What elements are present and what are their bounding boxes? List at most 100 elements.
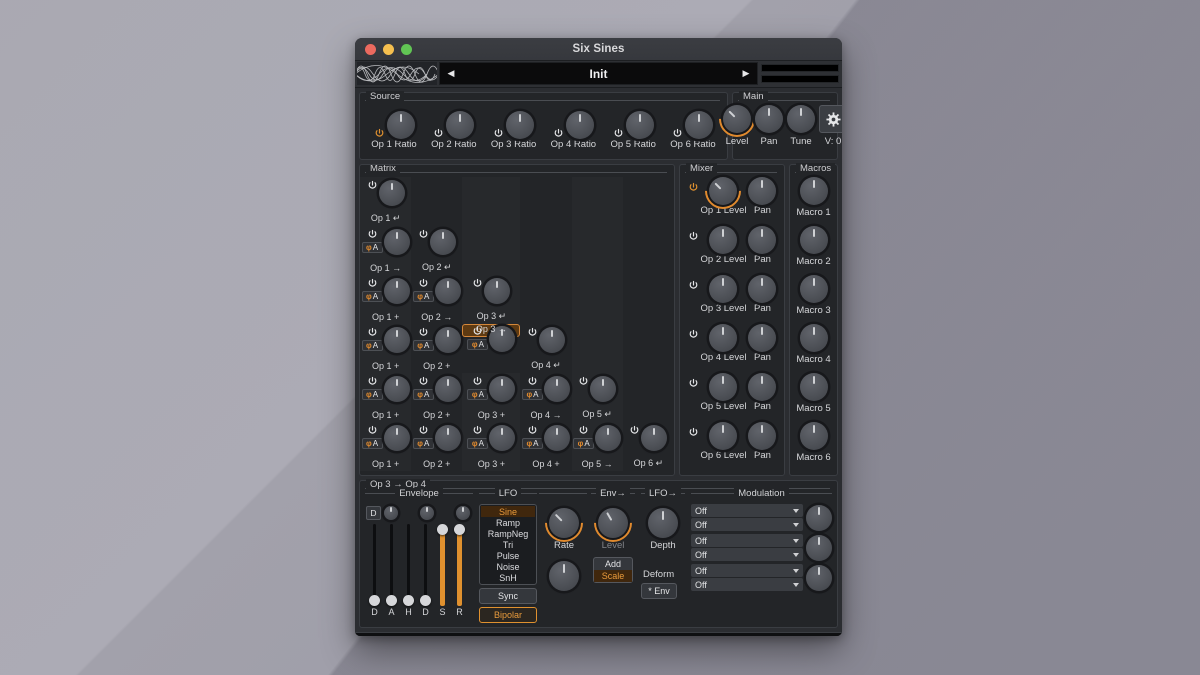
matrix-knob-r5c2[interactable] [489, 425, 516, 451]
matrix-phi-button-r2c1[interactable]: φA [412, 291, 434, 302]
envelope-slider-d-3[interactable] [420, 524, 431, 606]
modulation-depth-knob-2[interactable] [806, 534, 832, 561]
matrix-phi-button-r5c3[interactable]: φA [521, 438, 543, 449]
matrix-phi-button-r2c0[interactable]: φA [361, 291, 383, 302]
source-power-icon-5[interactable] [613, 128, 624, 139]
status-url[interactable]: https://github.com/baconpaul/six-sines [359, 635, 519, 636]
matrix-cell-op-2--r4c1[interactable]: φ A Op 2 + [411, 373, 462, 422]
source-ratio-knob-2[interactable] [446, 111, 475, 139]
source-ratio-knob-5[interactable] [625, 111, 654, 139]
matrix-cell-op-3--r4c2[interactable]: φ A Op 3 + [462, 373, 520, 422]
slider-handle[interactable] [369, 595, 380, 606]
macro-knob-4[interactable] [799, 324, 828, 352]
modulation-depth-knob-1[interactable] [806, 504, 832, 531]
matrix-knob-r2c2[interactable] [484, 278, 511, 304]
macro-knob-5[interactable] [799, 373, 828, 401]
matrix-phi-button-r3c1[interactable]: φA [412, 340, 434, 351]
matrix-knob-r4c3[interactable] [543, 376, 570, 402]
matrix-power-icon-r3c3[interactable] [527, 327, 538, 338]
matrix-power-icon-r5c3[interactable] [527, 425, 538, 436]
matrix-knob-r5c1[interactable] [434, 425, 461, 451]
matrix-cell-op-4--r4c3[interactable]: φ A Op 4 → [520, 373, 571, 422]
matrix-knob-r3c0[interactable] [383, 327, 410, 353]
envelope-tiny-knob-3[interactable] [456, 506, 470, 520]
matrix-cell-op-1--r3c0[interactable]: φ A Op 1 + [360, 324, 411, 373]
lfo-shape-rampneg[interactable]: RampNeg [481, 528, 535, 539]
mixer-power-icon-1[interactable] [688, 182, 699, 193]
mixer-level-knob-6[interactable] [709, 422, 738, 450]
matrix-power-icon-r4c4[interactable] [578, 376, 589, 387]
matrix-phi-button-r5c2[interactable]: φA [467, 438, 489, 449]
matrix-knob-r3c1[interactable] [434, 327, 461, 353]
modulation-source-select-1[interactable]: Off [691, 504, 803, 517]
modulation-target-select-3[interactable]: Off [691, 578, 803, 591]
matrix-power-icon-r1c1[interactable] [418, 229, 429, 240]
matrix-power-icon-r1c0[interactable] [367, 229, 378, 240]
mixer-level-knob-3[interactable] [709, 275, 738, 303]
macro-knob-3[interactable] [799, 275, 828, 303]
lfo-shape-list[interactable]: Sine Ramp RampNeg Tri Pulse Noise SnH [479, 504, 537, 585]
mixer-pan-knob-5[interactable] [748, 373, 777, 401]
lfo-shape-pulse[interactable]: Pulse [481, 550, 535, 561]
slider-handle[interactable] [403, 595, 414, 606]
source-ratio-knob-3[interactable] [506, 111, 535, 139]
mixer-pan-knob-3[interactable] [748, 275, 777, 303]
matrix-knob-r5c4[interactable] [595, 425, 622, 451]
matrix-cell-op-5--r4c4[interactable]: Op 5 ↵ [572, 373, 623, 422]
matrix-cell-op-2--r5c1[interactable]: φ A Op 2 + [411, 422, 462, 471]
matrix-knob-r3c3[interactable] [538, 327, 565, 353]
source-power-icon-2[interactable] [433, 128, 444, 139]
env-add-option[interactable]: Add [594, 558, 632, 570]
gear-icon[interactable] [819, 105, 842, 133]
matrix-phi-button-r1c0[interactable]: φA [361, 242, 383, 253]
matrix-cell-op-1--r5c0[interactable]: φ A Op 1 + [360, 422, 411, 471]
matrix-phi-button-r4c3[interactable]: φA [521, 389, 543, 400]
main-tune-knob[interactable] [787, 105, 815, 133]
mixer-pan-knob-4[interactable] [748, 324, 777, 352]
source-power-icon-3[interactable] [493, 128, 504, 139]
matrix-knob-r0c0[interactable] [378, 180, 405, 206]
matrix-power-icon-r5c4[interactable] [578, 425, 589, 436]
lfo-shape-sine[interactable]: Sine [481, 506, 535, 517]
matrix-power-icon-r3c0[interactable] [367, 327, 378, 338]
envelope-delay-button[interactable]: D [366, 506, 381, 520]
matrix-cell-op-1--r1c0[interactable]: φ A Op 1 → [360, 226, 411, 275]
lfo-env-mod-button[interactable]: * Env [641, 583, 677, 599]
env-scale-option[interactable]: Scale [594, 570, 632, 582]
matrix-knob-r5c0[interactable] [383, 425, 410, 451]
source-ratio-knob-1[interactable] [386, 111, 415, 139]
lfo-shape-tri[interactable]: Tri [481, 539, 535, 550]
matrix-knob-r2c0[interactable] [383, 278, 410, 304]
matrix-cell-op-1--r0c0[interactable]: Op 1 ↵ [360, 177, 411, 226]
matrix-cell-op-3--r2c2[interactable]: Op 3 ↵ [462, 275, 520, 324]
source-power-icon-6[interactable] [672, 128, 683, 139]
mixer-power-icon-2[interactable] [688, 231, 699, 242]
source-ratio-knob-4[interactable] [565, 111, 594, 139]
env-add-scale-toggle[interactable]: Add Scale [593, 557, 633, 583]
lfo-shape-ramp[interactable]: Ramp [481, 517, 535, 528]
mixer-level-knob-1[interactable] [709, 177, 738, 205]
mixer-level-knob-4[interactable] [709, 324, 738, 352]
matrix-phi-button-r5c4[interactable]: φA [573, 438, 595, 449]
macro-knob-2[interactable] [799, 226, 828, 254]
modulation-depth-knob-3[interactable] [806, 564, 832, 591]
envelope-slider-d-0[interactable] [369, 524, 380, 606]
matrix-power-icon-r2c2[interactable] [472, 278, 483, 289]
source-ratio-knob-6[interactable] [685, 111, 714, 139]
matrix-phi-button-r5c0[interactable]: φA [361, 438, 383, 449]
source-power-icon-4[interactable] [553, 128, 564, 139]
matrix-power-icon-r4c3[interactable] [527, 376, 538, 387]
mixer-level-knob-2[interactable] [709, 226, 738, 254]
matrix-power-icon-r4c2[interactable] [472, 376, 483, 387]
matrix-power-icon-r2c0[interactable] [367, 278, 378, 289]
modulation-source-select-2[interactable]: Off [691, 534, 803, 547]
matrix-power-icon-r5c1[interactable] [418, 425, 429, 436]
matrix-cell-op-4--r5c3[interactable]: φ A Op 4 + [520, 422, 571, 471]
matrix-cell-op-3--r3c2[interactable]: φ A Op 3 → [462, 324, 521, 352]
mixer-power-icon-6[interactable] [688, 427, 699, 438]
matrix-knob-r1c0[interactable] [383, 229, 410, 255]
matrix-phi-button-r4c0[interactable]: φA [361, 389, 383, 400]
modulation-target-select-1[interactable]: Off [691, 518, 803, 531]
envelope-tiny-knob-2[interactable] [420, 506, 434, 520]
matrix-cell-op-3--r5c2[interactable]: φ A Op 3 + [462, 422, 520, 471]
